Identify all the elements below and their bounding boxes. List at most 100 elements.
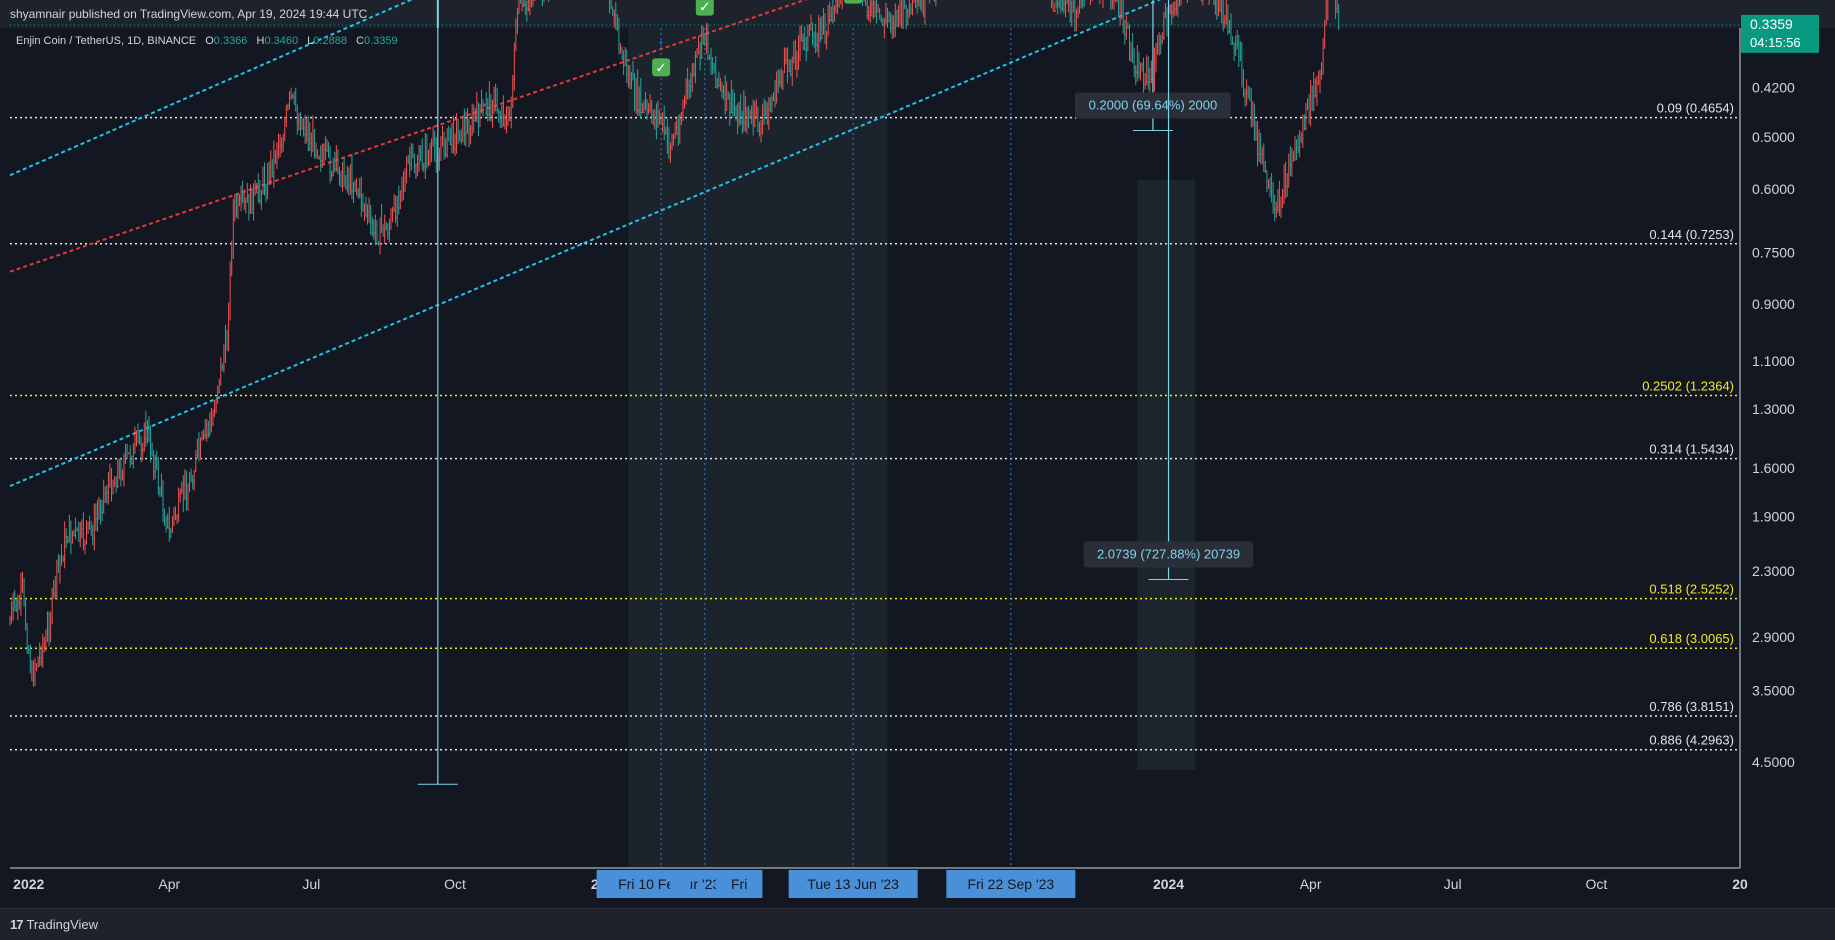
candle [896,26,897,27]
candle [1127,28,1128,29]
candle [176,517,177,518]
candle [1271,191,1272,192]
candle [417,165,418,166]
candle [354,191,355,192]
candle [1123,24,1124,25]
time-tick-label: Oct [444,876,466,892]
candle [511,120,512,121]
candle [1213,2,1214,3]
time-tick-label: Apr [1300,876,1322,892]
candle [144,449,145,450]
candle [710,63,711,64]
candle [690,87,691,88]
candle [280,145,281,146]
candle [155,471,156,472]
candle [111,492,112,493]
candle [39,657,40,658]
tv-logo-icon: 17 [10,917,22,932]
candle [934,1,935,2]
candle [31,668,32,669]
candle [634,100,635,101]
candle [59,571,60,572]
candle [245,202,246,203]
candle [1276,209,1277,210]
candle [244,200,245,201]
candle [292,98,293,99]
price-chart[interactable]: 0.886 (4.2963)0.786 (3.8151)0.618 (3.006… [0,0,1835,908]
candle [250,212,251,213]
time-tick-label: Jul [302,876,320,892]
candle [807,50,808,51]
candle [1241,83,1242,84]
candle [425,166,426,167]
candle [89,529,90,530]
candle [718,85,719,86]
candle [472,128,473,129]
candle [1337,8,1338,9]
price-tick-label: 3.5000 [1752,682,1795,698]
candle [1282,203,1283,204]
candle [614,15,615,16]
candle [311,143,312,144]
candle [1283,196,1284,197]
candle [127,453,128,454]
candle [1318,82,1319,83]
candle [404,185,405,186]
candle [1230,36,1231,37]
candle [439,157,440,158]
candle [269,180,270,181]
candle [14,607,15,608]
candle [429,153,430,154]
candle [351,190,352,191]
candle [798,61,799,62]
candle [1321,74,1322,75]
candle [1221,12,1222,13]
candle [117,485,118,486]
candle [626,74,627,75]
candle [703,44,704,45]
candle [523,4,524,5]
candle [214,411,215,412]
candle [98,513,99,514]
candle [183,499,184,500]
check-mark: ✓ [699,0,711,15]
candle [30,668,31,669]
candle [219,392,220,393]
candle [1262,154,1263,155]
candle [64,558,65,559]
candle [490,115,491,116]
candle [495,99,496,100]
candle [1258,154,1259,155]
candle [433,143,434,144]
candle [339,183,340,184]
candle [112,492,113,493]
ohlc-high-value: 0.3460 [264,35,298,47]
candle [287,108,288,109]
symbol-title[interactable]: Enjin Coin / TetherUS, 1D, BINANCE [16,35,196,47]
candle [1335,8,1336,9]
candle [301,129,302,130]
candle [509,120,510,121]
candle [660,123,661,124]
candle [776,99,777,100]
candle [1260,154,1261,155]
candle [1076,20,1077,21]
candle [838,5,839,6]
tradingview-logo[interactable]: 17TradingView [10,917,98,932]
candle [917,0,918,1]
candle [309,139,310,140]
candle [184,499,185,500]
candle [888,21,889,22]
fib-level-label: 0.314 (1.5434) [1649,442,1734,457]
candle [725,110,726,111]
candle [920,2,921,3]
candle [53,593,54,594]
candle [275,161,276,162]
fib-level-label: 0.09 (0.4654) [1657,101,1734,116]
candle [443,151,444,152]
candle [1163,37,1164,38]
candle [447,154,448,155]
fib-level-label: 0.144 (0.7253) [1649,227,1734,242]
candle [910,13,911,14]
candle [1126,34,1127,35]
